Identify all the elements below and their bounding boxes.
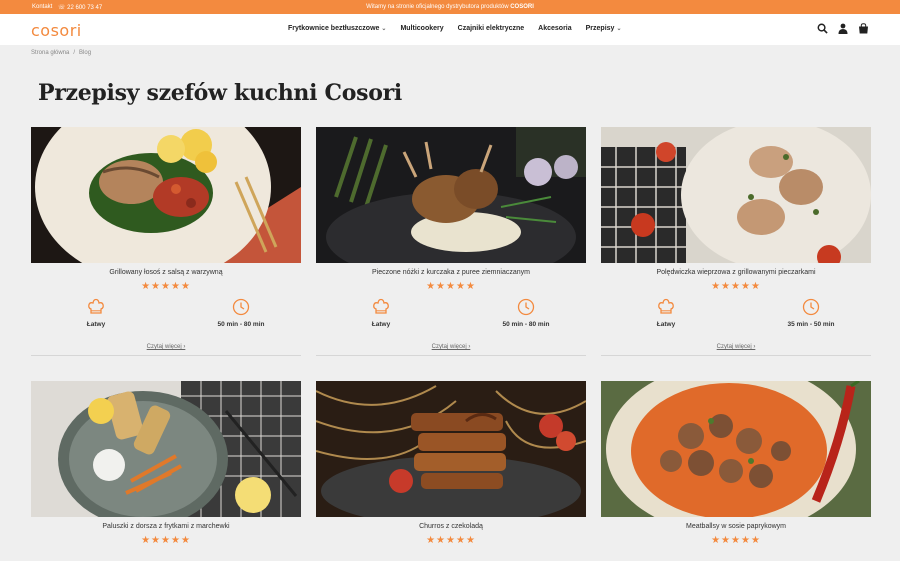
difficulty-label: Łatwy [86, 321, 106, 328]
recipe-title[interactable]: Polędwiczka wieprzowa z grillowanymi pie… [601, 269, 871, 276]
page-title: Przepisy szefów kuchni Cosori [38, 80, 402, 106]
main-nav: Frytkownice beztłuszczowe ⌄ Multicookery … [288, 25, 635, 32]
breadcrumb-current: Blog [79, 50, 92, 56]
recipe-card[interactable]: Paluszki z dorsza z frytkami z marchewki… [31, 381, 301, 546]
nav-label: Multicookery [400, 25, 444, 32]
time-label: 50 min - 80 min [502, 321, 550, 328]
difficulty-label: Łatwy [371, 321, 391, 328]
logo[interactable]: cosori [31, 21, 82, 40]
rating-stars: ★★★★★ [426, 535, 476, 546]
divider [31, 355, 301, 356]
chef-hat-icon [88, 298, 104, 314]
recipe-title[interactable]: Grillowany łosoś z salsą z warzywną [31, 269, 301, 276]
rating-stars: ★★★★★ [426, 281, 476, 292]
search-icon[interactable] [817, 23, 828, 34]
welcome-brand: COSORI [510, 4, 534, 10]
recipe-card[interactable]: Polędwiczka wieprzowa z grillowanymi pie… [601, 127, 871, 356]
recipe-title[interactable]: Pieczone nóżki z kurczaka z puree ziemni… [316, 269, 586, 276]
nav-label: Czajniki elektryczne [457, 25, 525, 32]
clock-icon [517, 298, 535, 316]
nav-label: Akcesoria [538, 25, 572, 32]
welcome-text: Witamy na stronie oficjalnego dystrybuto… [366, 4, 509, 10]
recipe-card[interactable]: Grillowany łosoś z salsą z warzywną ★★★★… [31, 127, 301, 356]
rating-stars: ★★★★★ [711, 535, 761, 546]
breadcrumb: Strona główna / Blog [31, 50, 91, 56]
nav-item-kettles[interactable]: Czajniki elektryczne [458, 25, 525, 32]
recipe-image-cod[interactable] [31, 381, 301, 517]
clock-icon [232, 298, 250, 316]
recipe-image-pork[interactable] [601, 127, 871, 263]
recipe-card[interactable]: Pieczone nóżki z kurczaka z puree ziemni… [316, 127, 586, 356]
user-icon[interactable] [838, 23, 848, 34]
top-bar: Kontakt ☏ 22 600 73 47 Witamy na stronie… [0, 0, 900, 14]
breadcrumb-separator: / [73, 50, 76, 56]
time-label: 50 min - 80 min [217, 321, 265, 328]
nav-label: Przepisy [585, 25, 615, 32]
read-more-link[interactable]: Czytaj więcej › [31, 344, 301, 350]
difficulty-info: Łatwy [361, 298, 401, 328]
recipe-image-meatballs[interactable] [601, 381, 871, 517]
recipe-meta: Łatwy 50 min - 80 min [31, 298, 301, 344]
rating-stars: ★★★★★ [711, 281, 761, 292]
read-more-link[interactable]: Czytaj więcej › [316, 344, 586, 350]
nav-item-accessories[interactable]: Akcesoria [538, 25, 571, 32]
header-icons [817, 23, 869, 34]
recipe-title[interactable]: Churros z czekoladą [316, 523, 586, 530]
difficulty-label: Łatwy [656, 321, 676, 328]
difficulty-info: Łatwy [76, 298, 116, 328]
chevron-down-icon: ⌄ [616, 26, 622, 32]
difficulty-info: Łatwy [646, 298, 686, 328]
rating-stars: ★★★★★ [141, 535, 191, 546]
nav-item-fryers[interactable]: Frytkownice beztłuszczowe ⌄ [288, 25, 386, 32]
time-label: 35 min - 50 min [787, 321, 835, 328]
nav-label: Frytkownice beztłuszczowe [288, 25, 380, 32]
recipe-image-churros[interactable] [316, 381, 586, 517]
recipe-title[interactable]: Meatballsy w sosie paprykowym [601, 523, 871, 530]
divider [316, 355, 586, 356]
nav-item-recipes[interactable]: Przepisy ⌄ [586, 25, 622, 32]
welcome-message: Witamy na stronie oficjalnego dystrybuto… [0, 4, 900, 10]
recipe-card[interactable]: Churros z czekoladą ★★★★★ [316, 381, 586, 546]
recipe-title[interactable]: Paluszki z dorsza z frytkami z marchewki [31, 523, 301, 530]
recipe-meta: Łatwy 50 min - 80 min [316, 298, 586, 344]
recipe-meta: Łatwy 35 min - 50 min [601, 298, 871, 344]
divider [601, 355, 871, 356]
chef-hat-icon [373, 298, 389, 314]
recipe-card[interactable]: Meatballsy w sosie paprykowym ★★★★★ [601, 381, 871, 546]
recipe-image-salmon[interactable] [31, 127, 301, 263]
site-header: cosori Frytkownice beztłuszczowe ⌄ Multic… [0, 14, 900, 45]
chevron-down-icon: ⌄ [381, 26, 387, 32]
read-more-link[interactable]: Czytaj więcej › [601, 344, 871, 350]
nav-item-multicookers[interactable]: Multicookery [400, 25, 443, 32]
time-info: 50 min - 80 min [491, 298, 561, 328]
recipe-image-chicken[interactable] [316, 127, 586, 263]
chef-hat-icon [658, 298, 674, 314]
time-info: 35 min - 50 min [776, 298, 846, 328]
time-info: 50 min - 80 min [206, 298, 276, 328]
breadcrumb-home[interactable]: Strona główna [31, 50, 69, 56]
clock-icon [802, 298, 820, 316]
cart-icon[interactable] [858, 23, 869, 34]
rating-stars: ★★★★★ [141, 281, 191, 292]
